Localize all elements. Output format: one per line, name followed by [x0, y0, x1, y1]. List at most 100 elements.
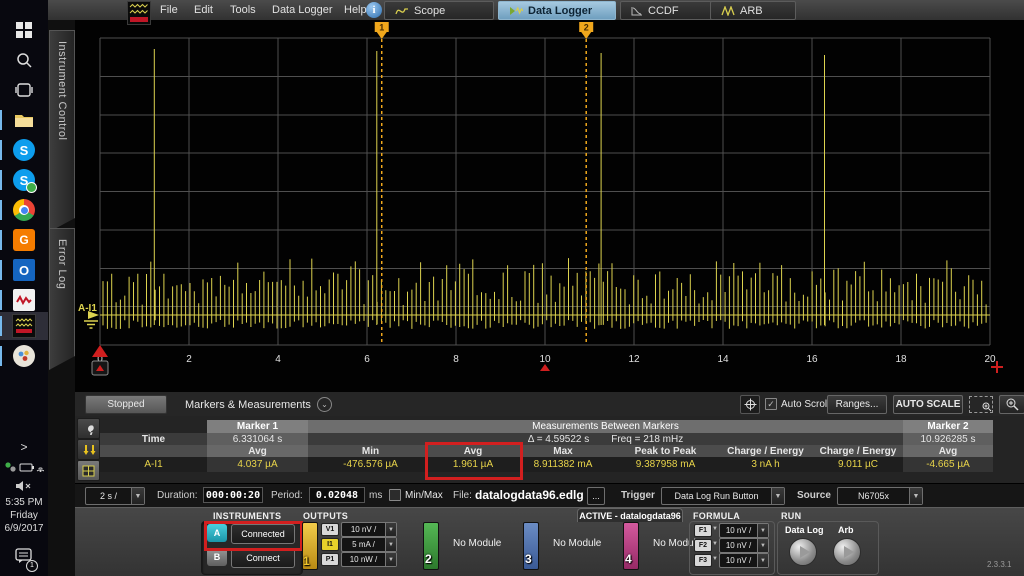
marker-place-button[interactable] — [740, 395, 760, 414]
taskbar-search-button[interactable] — [0, 46, 48, 74]
min-value: -476.576 µA — [308, 457, 433, 472]
x-tick-label: 8 — [453, 354, 459, 365]
f3-dropdown[interactable]: 10 nV / ▼ — [719, 553, 769, 568]
col-charge2-label: Charge / Energy — [813, 445, 903, 457]
tray-expand-button[interactable]: > — [0, 438, 48, 456]
p1-range-dropdown[interactable]: 10 nW / ▼ — [341, 552, 397, 567]
timebase-dropdown[interactable]: 2 s / ▼ — [85, 487, 145, 505]
avg-highlight-annotation — [425, 442, 523, 480]
io-libraries-icon — [13, 289, 35, 311]
datalog-chart[interactable]: 0246810121416182012A-I1 — [75, 20, 1024, 392]
offset-cursor[interactable] — [540, 364, 550, 371]
trigger-dropdown[interactable]: Data Log Run Button ▼ — [661, 487, 785, 505]
f2-expand-arrow[interactable]: ▼ — [712, 541, 718, 547]
tab-ccdf[interactable]: CCDF — [620, 1, 714, 20]
tab-error-log[interactable]: Error Log — [49, 228, 75, 370]
start-button[interactable] — [0, 16, 48, 44]
menubar: File Edit Tools Data Logger Help i Scope… — [48, 0, 1024, 21]
browse-label: ... — [588, 491, 604, 501]
active-file-tab[interactable]: ACTIVE - datalogdata96 — [577, 508, 683, 522]
zoom-in-icon — [1006, 398, 1019, 411]
grid-icon — [82, 465, 95, 477]
panel-title-row[interactable]: Markers & Measurements ⌄ — [185, 397, 332, 412]
menu-tools[interactable]: Tools — [226, 0, 260, 20]
f3-expand-arrow[interactable]: ▼ — [712, 556, 718, 562]
tab-arb-label: ARB — [740, 5, 763, 17]
browse-button[interactable]: ... — [587, 487, 605, 505]
io-libraries-button[interactable] — [0, 286, 48, 314]
svg-text:1: 1 — [379, 23, 384, 33]
panel-title: Markers & Measurements — [185, 399, 311, 411]
duration-value: 000:00:20 — [203, 487, 263, 503]
marker2-stat-label: Avg — [903, 445, 993, 457]
delta-freq-row: Δ = 4.59522 s Freq = 218 mHz — [308, 433, 903, 445]
ranges-button[interactable]: Ranges... — [827, 395, 887, 414]
f2-dropdown[interactable]: 10 nV / ▼ — [719, 538, 769, 553]
f2-value: 10 nV / — [720, 541, 757, 550]
windows-logo-icon — [13, 19, 35, 41]
table-view-button[interactable] — [77, 460, 100, 481]
freq-value: Freq = 218 mHz — [611, 434, 683, 445]
i1-tag: I1 — [321, 538, 339, 551]
channel4-number: 4 — [625, 552, 632, 566]
skype-business-button[interactable]: S — [0, 166, 48, 194]
measurement-settings-button[interactable] — [77, 418, 100, 439]
file-explorer-button[interactable] — [0, 106, 48, 134]
menu-data-logger[interactable]: Data Logger — [268, 0, 337, 20]
x-tick-label: 18 — [895, 354, 907, 365]
gom-button[interactable]: G — [0, 226, 48, 254]
x-tick-label: 6 — [364, 354, 370, 365]
x-tick-label: 2 — [186, 354, 192, 365]
tray-icons[interactable] — [0, 458, 48, 476]
f1-dropdown[interactable]: 10 nV / ▼ — [719, 523, 769, 538]
chevron-down-icon: ▼ — [757, 524, 768, 537]
action-center-button[interactable]: 1 — [0, 544, 48, 572]
file-label: File: — [453, 490, 472, 501]
paint3d-button[interactable] — [0, 342, 48, 370]
datalog-run-button[interactable] — [789, 538, 817, 566]
wrench-icon — [83, 423, 95, 435]
auto-scroll-checkbox[interactable]: ✓ — [765, 398, 777, 410]
chevron-down-icon: ▼ — [771, 488, 784, 504]
arb-run-button[interactable] — [833, 538, 861, 566]
skype-button[interactable]: S — [0, 136, 48, 164]
i1-range-dropdown[interactable]: 5 mA / ▼ — [341, 537, 397, 552]
taskbar-clock[interactable]: 5:35 PM Friday 6/9/2017 — [0, 494, 48, 536]
zoom-in-button[interactable] — [999, 395, 1024, 414]
instrument-b-connect-button[interactable]: Connect — [231, 548, 295, 568]
info-icon[interactable]: i — [366, 2, 382, 18]
benchvue-app-button[interactable] — [0, 312, 48, 340]
file-name: datalogdata96.edlg — [475, 488, 584, 502]
menu-file[interactable]: File — [156, 0, 182, 20]
tab-scope[interactable]: Scope — [384, 1, 494, 20]
marker1-value: 4.037 µA — [207, 457, 308, 472]
volume-mute-button[interactable] — [0, 478, 48, 494]
source-dropdown[interactable]: N6705x ▼ — [837, 487, 923, 505]
minmax-checkbox[interactable] — [389, 489, 401, 501]
chrome-button[interactable] — [0, 196, 48, 224]
clock-day: Friday — [10, 509, 38, 522]
zoom-region-button[interactable] — [969, 396, 993, 413]
channel2-no-module: No Module — [453, 538, 501, 549]
auto-scale-button[interactable]: AUTO SCALE — [893, 395, 963, 414]
f3-tag: F3 — [694, 554, 712, 567]
outlook-button[interactable]: O — [0, 256, 48, 284]
trigger-time-cursor[interactable] — [92, 345, 108, 357]
arb-tab-icon — [721, 6, 735, 16]
tab-arb[interactable]: ARB — [710, 1, 796, 20]
v1-range-dropdown[interactable]: 10 nV / ▼ — [341, 522, 397, 537]
channel3-number: 3 — [525, 552, 532, 566]
tab-data-logger[interactable]: Data Logger — [498, 1, 616, 20]
ground-icon — [84, 321, 98, 328]
chevron-down-icon[interactable]: ⌄ — [317, 397, 332, 412]
tray-status-icons — [4, 460, 44, 474]
chrome-icon — [13, 199, 35, 221]
minmax-control[interactable]: Min/Max — [389, 489, 443, 501]
menu-edit[interactable]: Edit — [190, 0, 217, 20]
markers-button[interactable] — [77, 439, 100, 460]
tab-instrument-control[interactable]: Instrument Control — [49, 30, 75, 232]
task-view-button[interactable] — [0, 76, 48, 104]
search-icon — [13, 49, 35, 71]
auto-scroll-control[interactable]: ✓ Auto Scroll — [765, 398, 829, 410]
f1-expand-arrow[interactable]: ▼ — [712, 526, 718, 532]
